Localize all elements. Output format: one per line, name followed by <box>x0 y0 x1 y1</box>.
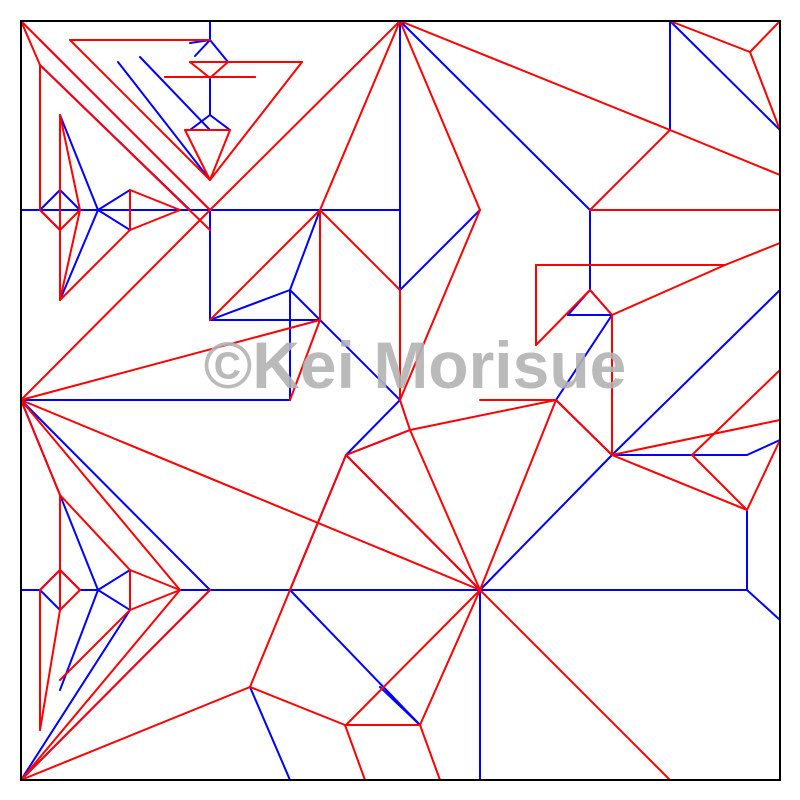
crease-pattern: ©Kei Morisue <box>0 0 800 800</box>
watermark: ©Kei Morisue <box>204 328 627 402</box>
